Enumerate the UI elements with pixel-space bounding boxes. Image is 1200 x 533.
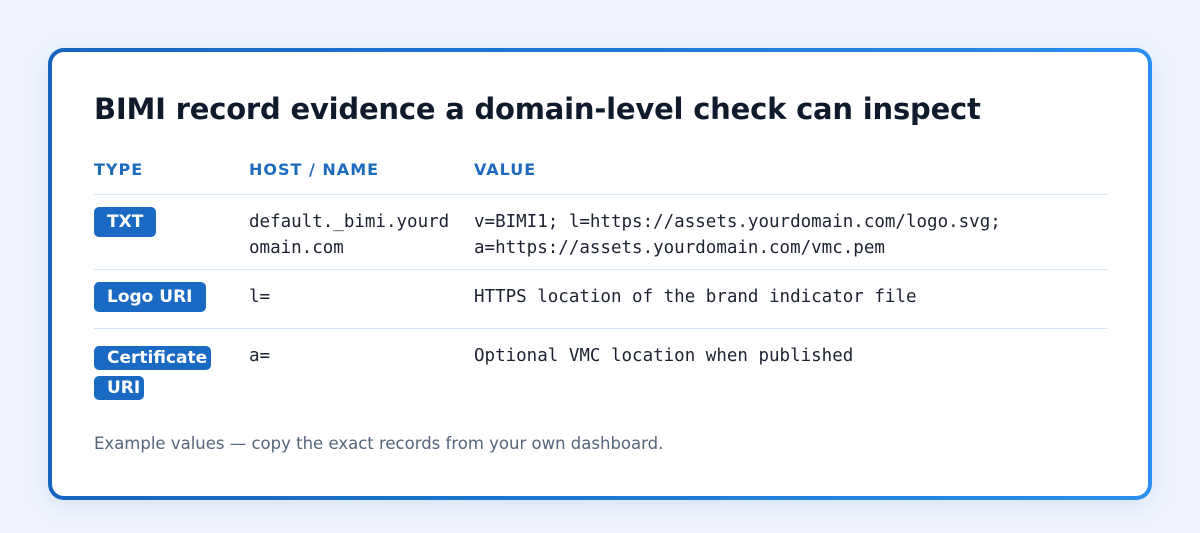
column-header-value: VALUE	[474, 160, 537, 179]
table-row: Certificate URI a= Optional VMC location…	[94, 329, 1107, 409]
type-badge: Logo URI	[94, 282, 206, 312]
bimi-card: BIMI record evidence a domain-level chec…	[48, 48, 1152, 500]
value-cell: HTTPS location of the brand indicator fi…	[474, 287, 917, 307]
host-cell: default._bimi.yourdomain.com	[249, 212, 450, 258]
column-header-host: HOST / NAME	[249, 160, 380, 179]
type-badge: Certificate URI	[94, 343, 212, 403]
table-row: TXT default._bimi.yourdomain.com v=BIMI1…	[94, 195, 1107, 270]
type-badge-label: Certificate URI	[94, 346, 212, 400]
table-row: Logo URI l= HTTPS location of the brand …	[94, 270, 1107, 329]
card-body: BIMI record evidence a domain-level chec…	[52, 52, 1148, 496]
value-cell: v=BIMI1; l=https://assets.yourdomain.com…	[474, 212, 1001, 258]
value-cell: Optional VMC location when published	[474, 346, 854, 366]
host-cell: l=	[249, 287, 271, 307]
card-title: BIMI record evidence a domain-level chec…	[94, 92, 981, 126]
type-badge: TXT	[94, 207, 157, 237]
footnote: Example values — copy the exact records …	[94, 434, 664, 453]
column-header-type: TYPE	[94, 160, 144, 179]
table-header: TYPE HOST / NAME VALUE	[94, 152, 1107, 195]
host-cell: a=	[249, 346, 271, 366]
bimi-record-table: TYPE HOST / NAME VALUE TXT default._bimi…	[94, 152, 1107, 409]
